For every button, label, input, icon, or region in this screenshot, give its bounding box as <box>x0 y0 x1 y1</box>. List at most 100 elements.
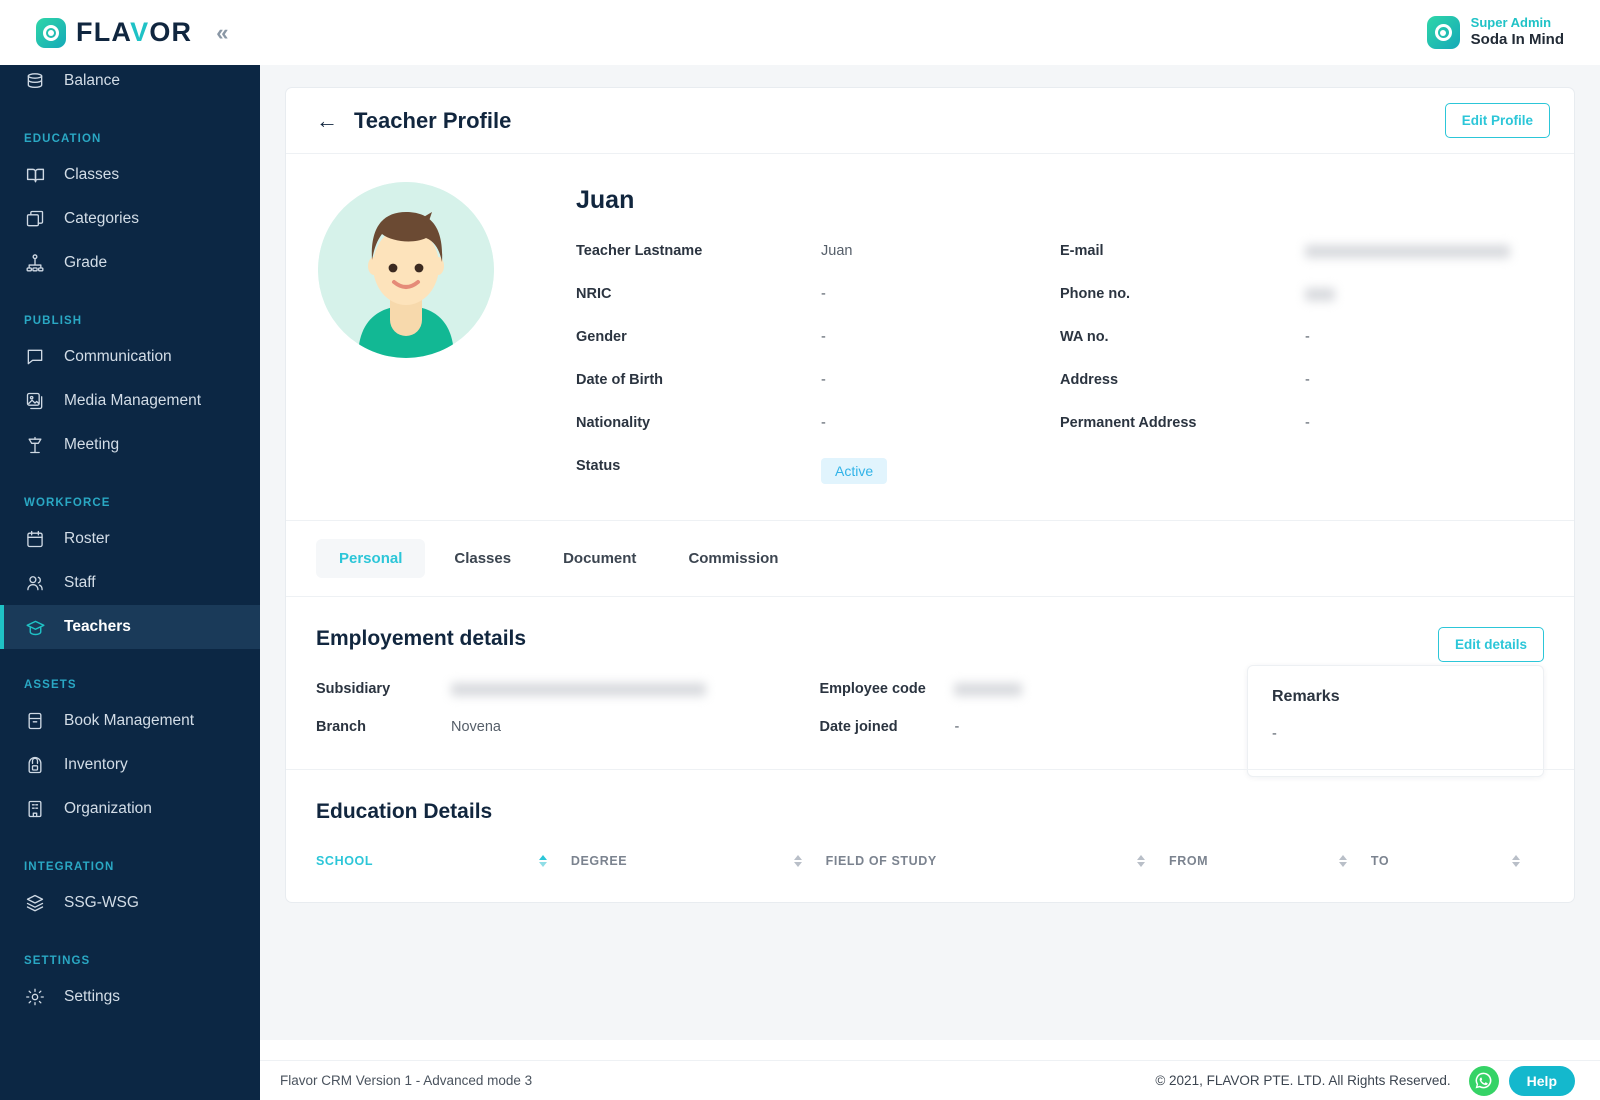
column-header-to[interactable]: TO <box>1371 854 1544 868</box>
education-table-header: SCHOOL DEGREE FIELD OF STUDY FROM TO <box>316 854 1544 868</box>
profile-tabs[interactable]: Personal Classes Document Commission <box>286 520 1574 596</box>
tab-personal[interactable]: Personal <box>316 539 426 578</box>
column-header-from[interactable]: FROM <box>1169 854 1371 868</box>
people-icon <box>24 572 46 594</box>
brand-logo[interactable]: FLAVOR « <box>0 0 260 65</box>
profile-field-permanent-address: Permanent Address - <box>1060 415 1544 431</box>
sidebar-item-label: Inventory <box>64 756 128 773</box>
calendar-icon <box>24 528 46 550</box>
column-header-degree[interactable]: DEGREE <box>571 854 826 868</box>
sidebar-item-classes[interactable]: Classes <box>0 153 260 197</box>
collapse-sidebar-icon[interactable]: « <box>216 21 228 44</box>
column-header-field-of-study[interactable]: FIELD OF STUDY <box>826 854 1169 868</box>
user-meta: Super Admin Soda In Mind <box>1471 15 1564 50</box>
employment-field-branch: Branch Novena <box>316 719 819 735</box>
tab-commission[interactable]: Commission <box>665 539 801 578</box>
field-value: - <box>821 329 826 345</box>
user-menu[interactable]: Super Admin Soda In Mind <box>1426 15 1600 50</box>
sidebar-nav: Balance EDUCATION Classes Categories Gra… <box>0 65 260 1019</box>
top-bar: FLAVOR « Super Admin Soda In Mind <box>0 0 1600 65</box>
sidebar-item-meeting[interactable]: Meeting <box>0 423 260 467</box>
employment-label: Employee code <box>819 681 926 697</box>
sidebar-item-label: Organization <box>64 800 152 817</box>
sidebar-item-balance[interactable]: Balance <box>0 65 260 103</box>
footer-copyright: © 2021, FLAVOR PTE. LTD. All Rights Rese… <box>1155 1073 1451 1088</box>
remarks-title: Remarks <box>1272 688 1340 705</box>
sidebar-item-label: Balance <box>64 72 121 89</box>
profile-fields-left: Teacher Lastname Juan NRIC - Gender - Da… <box>576 243 1060 431</box>
employment-header: Employement details <box>316 627 1544 651</box>
help-button[interactable]: Help <box>1508 1065 1575 1096</box>
building-icon <box>24 798 46 820</box>
brand-suffix: OR <box>149 17 193 47</box>
sidebar-item-grade[interactable]: Grade <box>0 241 260 285</box>
chat-bubble-icon <box>24 346 46 368</box>
field-label: Date of Birth <box>576 372 663 388</box>
sidebar-section-integration: INTEGRATION <box>24 861 115 873</box>
sidebar-item-label: Book Management <box>64 712 195 729</box>
sidebar-item-settings[interactable]: Settings <box>0 975 260 1019</box>
column-label: SCHOOL <box>316 854 374 868</box>
column-label: FIELD OF STUDY <box>825 854 937 868</box>
sort-icon[interactable] <box>538 855 571 867</box>
gear-icon <box>24 986 46 1008</box>
sidebar-item-categories[interactable]: Categories <box>0 197 260 241</box>
remarks-value: - <box>1272 726 1277 742</box>
avatar <box>318 182 494 358</box>
profile-name: Juan <box>576 186 635 214</box>
whatsapp-icon[interactable] <box>1468 1065 1499 1096</box>
flavor-logo-icon <box>36 17 66 48</box>
avatar-wrapper <box>316 182 576 484</box>
page-title: Teacher Profile <box>354 107 512 133</box>
sidebar-item-roster[interactable]: Roster <box>0 517 260 561</box>
sidebar-item-teachers[interactable]: Teachers <box>0 605 260 649</box>
employment-label: Subsidiary <box>316 681 391 697</box>
profile-fields-right: E-mail Phone no. WA no. - Address - Perm… <box>1060 243 1544 431</box>
tab-document[interactable]: Document <box>540 539 659 578</box>
sidebar-section-publish: PUBLISH <box>24 315 83 327</box>
balance-icon <box>24 70 46 92</box>
column-header-school[interactable]: SCHOOL <box>316 854 571 868</box>
edit-details-button[interactable]: Edit details <box>1437 627 1544 662</box>
sidebar-item-staff[interactable]: Staff <box>0 561 260 605</box>
sidebar-item-media-management[interactable]: Media Management <box>0 379 260 423</box>
redacted-value <box>1305 244 1510 258</box>
field-value: - <box>1305 372 1310 388</box>
redacted-value <box>1305 287 1335 301</box>
employment-field-subsidiary: Subsidiary <box>316 681 819 697</box>
profile-summary: Juan Teacher Lastname Juan NRIC - Gender… <box>286 154 1574 520</box>
employment-label: Date joined <box>819 719 898 735</box>
employment-value: Novena <box>451 719 501 735</box>
field-label: Permanent Address <box>1060 415 1197 431</box>
sidebar-item-organization[interactable]: Organization <box>0 787 260 831</box>
sidebar-item-label: Media Management <box>64 392 201 409</box>
sidebar-item-book-management[interactable]: Book Management <box>0 699 260 743</box>
profile-field-wa-no-: WA no. - <box>1060 329 1544 345</box>
book-icon <box>24 710 46 732</box>
avatar-illustration-icon <box>318 182 494 358</box>
backpack-icon <box>24 754 46 776</box>
field-label: NRIC <box>576 286 612 302</box>
sort-icon[interactable] <box>793 855 826 867</box>
field-label: Phone no. <box>1060 286 1131 302</box>
sidebar-item-communication[interactable]: Communication <box>0 335 260 379</box>
brand-accent: V <box>130 17 150 47</box>
sidebar[interactable]: Balance EDUCATION Classes Categories Gra… <box>0 65 260 1100</box>
footer-version: Flavor CRM Version 1 - Advanced mode 3 <box>280 1073 533 1088</box>
sidebar-section-education: EDUCATION <box>24 133 102 145</box>
tab-classes[interactable]: Classes <box>431 539 534 578</box>
sidebar-item-inventory[interactable]: Inventory <box>0 743 260 787</box>
field-label: Teacher Lastname <box>576 243 703 259</box>
field-value: - <box>821 415 826 431</box>
sidebar-section-settings: SETTINGS <box>24 955 91 967</box>
sidebar-item-ssg-wsg[interactable]: SSG-WSG <box>0 881 260 925</box>
sort-icon[interactable] <box>1511 855 1544 867</box>
layers-box-icon <box>24 208 46 230</box>
edit-profile-button[interactable]: Edit Profile <box>1444 103 1550 138</box>
sort-icon[interactable] <box>1338 855 1371 867</box>
hierarchy-icon <box>24 252 46 274</box>
sort-icon[interactable] <box>1136 855 1169 867</box>
profile-field-nric: NRIC - <box>576 286 1060 302</box>
back-icon[interactable]: ← <box>316 109 338 132</box>
field-label: WA no. <box>1060 329 1109 345</box>
